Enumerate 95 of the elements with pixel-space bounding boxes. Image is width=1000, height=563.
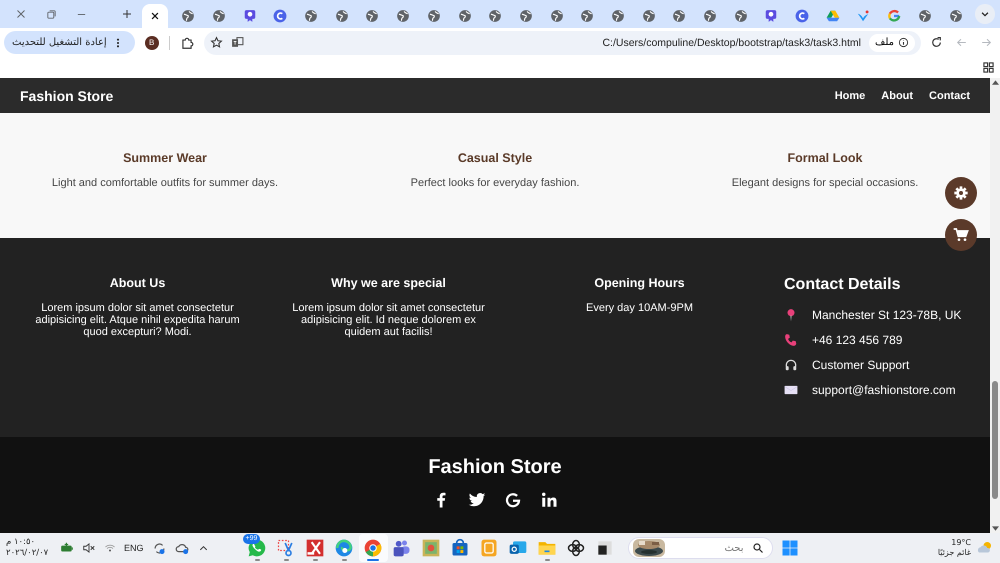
globe-icon [365,9,380,23]
scrollbar-thumb[interactable] [992,381,998,499]
search-bar[interactable]: بحث [628,537,773,559]
sync-icon[interactable] [152,540,167,556]
linkedin-icon[interactable] [540,491,558,509]
wifi-icon[interactable] [104,542,116,554]
triangle-logo-icon [826,9,840,23]
tab-search-button[interactable] [975,4,995,24]
brand-name[interactable]: Fashion Store [20,88,114,104]
knot-icon[interactable] [566,538,586,558]
windows-logo-icon[interactable] [780,539,799,557]
card-text: Elegant designs for special occasions. [732,177,918,189]
card-text: Light and comfortable outfits for summer days. [52,177,278,189]
globe-icon [610,9,625,23]
relaunch-button[interactable]: إعادة التشغيل للتحديث [4,31,135,54]
settings-icon [953,185,969,201]
arrow-left-icon [955,36,968,49]
swirl-icon[interactable] [334,538,354,558]
c-logo-icon [273,9,288,23]
close-icon [15,8,27,20]
search-input[interactable]: بحث [670,542,746,554]
speaker-muted-icon[interactable] [82,541,96,555]
url-text: C:/Users/compuline/Desktop/bootstrap/task3/task3.html [602,36,861,48]
reload-icon [930,36,943,49]
g-logo-icon [887,9,902,23]
footer-heading: Why we are special [331,276,446,290]
card-text: Perfect looks for everyday fashion. [410,177,580,189]
globe-icon [181,9,196,23]
globe-icon [948,9,963,23]
nav-link[interactable]: About [881,90,914,102]
globe-icon [426,9,441,23]
globe-icon [458,9,472,23]
contact-text: support@fashionstore.com [812,382,956,396]
document-app-icon[interactable] [305,538,326,558]
arrow-right-icon [980,36,993,49]
cart-icon [953,227,969,243]
globe-icon [304,9,318,23]
globe-icon [734,9,748,23]
language-indicator[interactable]: ENG [124,543,144,553]
people-icon[interactable] [392,538,412,558]
globe-icon [488,9,502,23]
extensions-icon[interactable] [180,36,194,50]
ribbon-badge-icon [242,9,257,23]
nav-link[interactable]: Contact [929,90,970,102]
card-title: Casual Style [458,151,532,165]
footer-heading: About Us [110,276,166,290]
footer-heading: Opening Hours [594,276,685,290]
clock-time[interactable]: ١٠:٥٠ م [6,537,36,548]
phone-icon [784,332,798,346]
footer-text: Lorem ipsum dolor sit amet consectetur adipisicing elit. Atque nihil expedita harum quod excepturi? Modi. [34,302,241,338]
footer-heading: Contact Details [784,276,902,294]
contact-text: Manchester St 123-78B, UK [812,308,962,322]
shopping-bag-icon[interactable] [450,538,470,558]
card-title: Formal Look [787,151,862,165]
plus-icon [121,8,133,20]
globe-icon [642,9,656,23]
browser-tab[interactable] [142,4,168,28]
temperature-text[interactable]: 19°C [951,538,971,548]
c-logo-icon [795,9,810,23]
star-icon[interactable] [210,36,223,49]
footer-text: Lorem ipsum dolor sit amet consectetur adipisicing elit. Id neque dolorem ex quidem aut facilis! [291,302,486,338]
scroll-down-icon[interactable] [992,526,998,531]
google-icon[interactable] [504,491,522,509]
twitter-icon[interactable] [468,491,486,509]
card-title: Summer Wear [123,151,207,165]
globe-icon [580,9,594,23]
globe-icon [918,9,932,23]
headphones-icon [784,358,798,372]
globe-icon [212,9,226,23]
globe-icon [672,9,686,23]
contact-text: Customer Support [812,358,910,372]
globe-icon [334,9,349,23]
search-icon [752,542,764,554]
contact-text: +46 123 456 789 [812,332,902,346]
weather-condition[interactable]: غائم جزئيًا [938,548,971,558]
apps-grid-icon[interactable] [983,62,994,73]
info-icon [898,37,909,48]
translate-icon[interactable] [230,36,244,49]
footer-text: Every day 10AM-9PM [585,302,694,314]
bird-icon [856,9,870,23]
globe-icon [550,9,564,23]
profile-avatar[interactable]: B [144,36,159,50]
clock-date[interactable]: ٢٠٢٦/٠٢/٠٧ [6,548,48,559]
globe-icon [703,9,718,23]
close-icon[interactable] [150,11,160,21]
browser-icon[interactable] [363,538,384,558]
scroll-up-icon[interactable] [992,80,998,85]
globe-icon [396,9,410,23]
site-info-chip[interactable]: ملف [868,34,915,52]
restore-icon [46,8,56,20]
globe-icon [518,9,533,23]
nav-link[interactable]: Home [834,90,866,102]
ribbon-badge-icon [764,9,778,23]
brand-name: Fashion Store [428,456,562,479]
photo-app-icon[interactable] [421,538,442,558]
